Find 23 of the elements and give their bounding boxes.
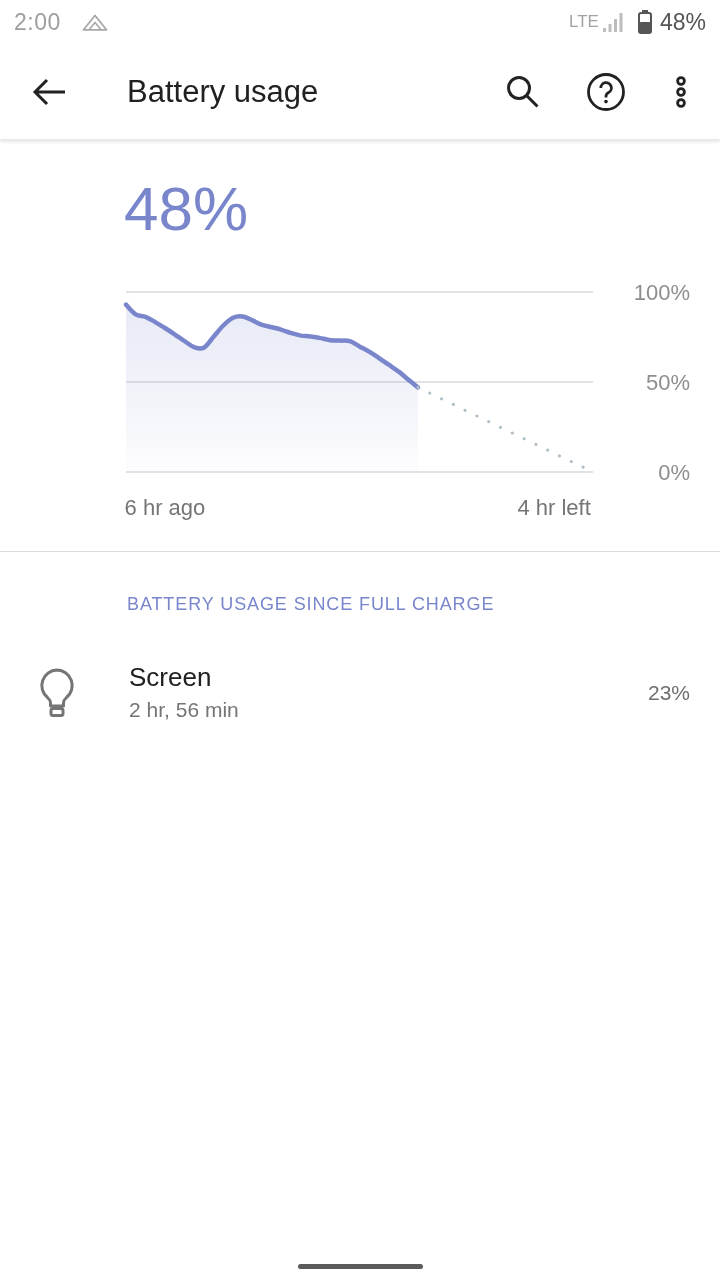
x-axis-label: 4 hr left: [517, 494, 591, 520]
lightbulb-icon: [38, 668, 76, 718]
triangle-icon: [81, 13, 108, 31]
page-title: Battery usage: [127, 73, 319, 110]
status-time: 2:00: [14, 8, 61, 36]
help-icon: [587, 72, 625, 111]
y-axis-label: 100%: [633, 279, 690, 305]
x-axis-label: 6 hr ago: [124, 494, 206, 520]
battery-percent: 48%: [659, 8, 706, 36]
nav-handle[interactable]: [297, 1264, 423, 1269]
more-vertical-icon: [676, 75, 686, 108]
usage-item-name: Screen: [129, 661, 212, 693]
usage-item-duration: 2 hr, 56 min: [129, 697, 239, 723]
signal-icon: [602, 12, 623, 32]
arrow-left-icon: [32, 77, 66, 106]
battery-icon: [637, 10, 652, 34]
section-header: BATTERY USAGE SINCE FULL CHARGE: [127, 593, 495, 615]
search-icon: [505, 75, 539, 108]
battery-level-value: 48%: [124, 178, 249, 240]
network-type: LTE: [569, 12, 599, 32]
y-axis-label: 0%: [658, 459, 690, 485]
usage-item-percent: 23%: [647, 681, 690, 705]
y-axis-label: 50%: [645, 369, 690, 395]
